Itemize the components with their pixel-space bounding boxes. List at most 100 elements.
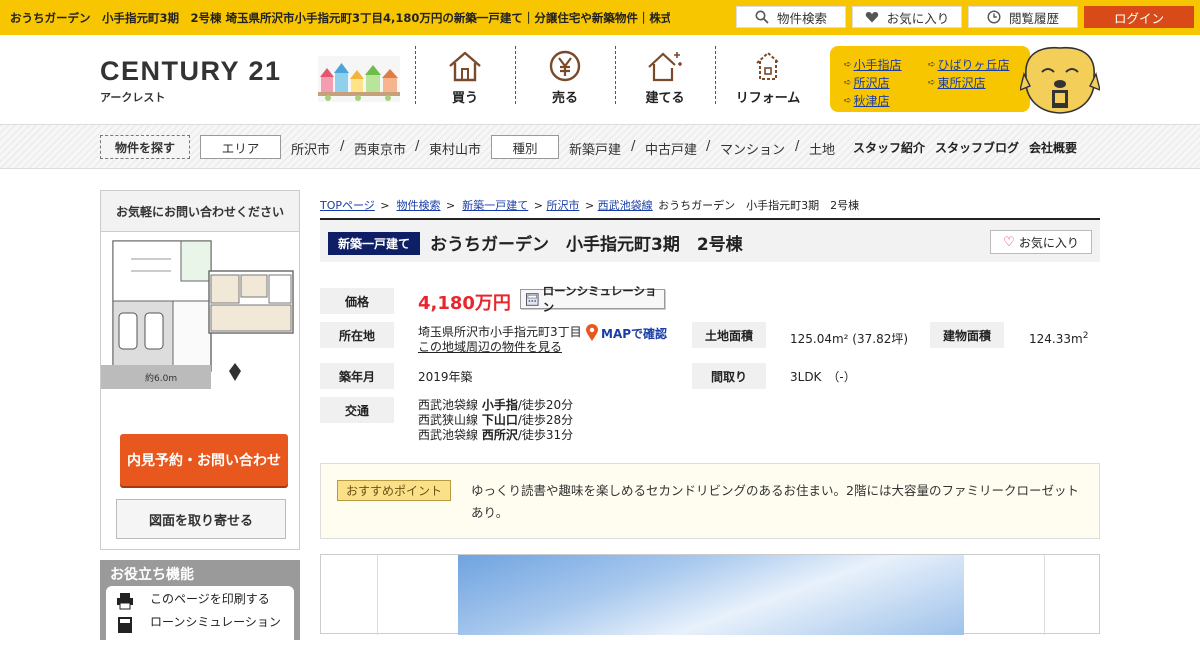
shop-links-panel: ➪ 小手指店 ➪ ひばりヶ丘店 ➪ 所沢店 ➪ 東所沢店 ➪ 秋津店 xyxy=(830,46,1030,112)
staff-blog-link[interactable]: スタッフブログ xyxy=(935,139,1019,156)
property-photo-gallery xyxy=(320,554,1100,635)
map-pin-icon xyxy=(586,324,598,341)
floorplan-image[interactable] xyxy=(101,235,299,395)
price-value: 4,180万円 xyxy=(418,293,511,314)
century21-logo[interactable]: CENTURY 21 xyxy=(100,56,282,87)
transport-line: 西武池袋線 xyxy=(418,398,479,412)
arrow-icon: ➪ xyxy=(928,59,936,70)
type-link-mansion[interactable]: マンション xyxy=(720,139,785,158)
calculator-icon xyxy=(526,292,539,306)
shop-link-label[interactable]: 秋津店 xyxy=(854,92,890,109)
shop-link-kotesashi[interactable]: ➪ 小手指店 xyxy=(844,56,902,73)
building-area-number: 124.33m xyxy=(1029,332,1083,346)
floorplan-scale: 約6.0m xyxy=(145,374,178,384)
nav-buy-label: 買う xyxy=(451,91,478,106)
inquiry-button[interactable]: 内見予約・お問い合わせ xyxy=(120,434,288,486)
nav-build-label: 建てる xyxy=(645,91,685,106)
type-button[interactable]: 種別 xyxy=(491,135,559,159)
page-title-text: おうちガーデン 小手指元町3期 2号棟 埼玉県所沢市小手指元町3丁目4,180万… xyxy=(10,11,670,25)
area-button[interactable]: エリア xyxy=(200,135,281,159)
shop-link-label[interactable]: 東所沢店 xyxy=(938,74,986,91)
add-favorite-button[interactable]: ♡ お気に入り xyxy=(990,230,1092,254)
type-link-used-house[interactable]: 中古戸建 xyxy=(645,139,697,158)
staff-link[interactable]: スタッフ紹介 xyxy=(853,139,925,156)
property-main-photo[interactable] xyxy=(458,555,964,635)
nav-reform[interactable]: リフォーム xyxy=(718,46,818,106)
price-label: 価格 xyxy=(320,288,394,314)
mascot-illustration xyxy=(1020,46,1100,114)
shop-link-label[interactable]: 小手指店 xyxy=(854,56,902,73)
separator: / xyxy=(631,139,636,154)
shop-link-higashi-tokorozawa[interactable]: ➪ 東所沢店 xyxy=(928,74,986,91)
transport-label: 交通 xyxy=(320,397,394,423)
area-link-tokorozawa[interactable]: 所沢市 xyxy=(291,139,330,158)
recommend-box: おすすめポイント ゆっくり読書や趣味を楽しめるセカンドリビングのあるお住まい。2… xyxy=(320,463,1100,539)
request-floorplan-button[interactable]: 図面を取り寄せる xyxy=(116,499,286,539)
category-badge: 新築一戸建て xyxy=(328,232,421,255)
building-area-value: 124.33m2 xyxy=(1029,331,1088,346)
breadcrumb-top[interactable]: TOPページ xyxy=(320,199,375,212)
loan-simulation-button[interactable]: ローンシミュレーション xyxy=(520,284,665,314)
recommend-text: ゆっくり読書や趣味を楽しめるセカンドリビングのあるお住まい。2階には大容量のファ… xyxy=(471,483,1079,520)
tools-panel: お役立ち機能 このページを印刷する ローンシミュレーション xyxy=(100,560,300,646)
search-icon xyxy=(755,10,769,24)
breadcrumb-search[interactable]: 物件検索 xyxy=(397,199,441,212)
breadcrumb: TOPページ > 物件検索 > 新築一戸建て > 所沢市 > 西武池袋線 おうち… xyxy=(320,197,859,213)
loan-simulation-link[interactable]: ローンシミュレーション xyxy=(150,613,281,630)
address-label: 所在地 xyxy=(320,322,394,348)
login-button[interactable]: ログイン xyxy=(1084,6,1194,28)
nav-sell[interactable]: 売る xyxy=(515,46,615,106)
company-link[interactable]: 会社概要 xyxy=(1029,139,1077,156)
square-unit: 2 xyxy=(1082,331,1089,341)
history-button[interactable]: 閲覧履歴 xyxy=(968,6,1078,28)
breadcrumb-sep: > xyxy=(446,199,456,212)
nav-divider xyxy=(715,46,716,104)
shop-link-akitsu[interactable]: ➪ 秋津店 xyxy=(844,92,890,109)
separator: / xyxy=(706,139,711,154)
map-button[interactable]: MAPで確認 xyxy=(586,324,667,342)
transport-row: 西武池袋線 小手指/徒歩20分 xyxy=(418,398,573,413)
shop-link-label[interactable]: ひばりヶ丘店 xyxy=(938,56,1010,73)
transport-station: 小手指 xyxy=(481,398,518,412)
separator: / xyxy=(795,139,800,154)
layout-value: 3LDK （-） xyxy=(790,370,856,384)
nav-sell-label: 売る xyxy=(551,91,578,106)
search-label: 物件検索 xyxy=(776,10,827,26)
transport-list: 西武池袋線 小手指/徒歩20分 西武狭山線 下山口/徒歩28分 西武池袋線 西所… xyxy=(418,398,573,443)
arrow-icon: ➪ xyxy=(844,77,852,88)
recommend-label: おすすめポイント xyxy=(337,480,452,501)
arrow-icon: ➪ xyxy=(844,59,852,70)
property-search-button[interactable]: 物件検索 xyxy=(736,6,846,28)
area-link-nishitokyo[interactable]: 西東京市 xyxy=(354,139,406,158)
add-favorite-label: お気に入り xyxy=(1018,235,1079,250)
nav-buy[interactable]: 買う xyxy=(415,46,515,106)
shop-link-label[interactable]: 所沢店 xyxy=(854,74,890,91)
breadcrumb-city[interactable]: 所沢市 xyxy=(546,199,579,212)
transport-walk: /徒歩31分 xyxy=(517,428,574,442)
top-bar: おうちガーデン 小手指元町3期 2号棟 埼玉県所沢市小手指元町3丁目4,180万… xyxy=(0,0,1200,35)
tools-list: このページを印刷する ローンシミュレーション xyxy=(106,586,294,646)
type-link-land[interactable]: 土地 xyxy=(809,139,835,158)
clock-icon xyxy=(987,10,1001,24)
nearby-properties-link[interactable]: この地域周辺の物件を見る xyxy=(418,338,562,355)
transport-station: 下山口 xyxy=(481,413,518,427)
transport-line: 西武池袋線 xyxy=(418,428,479,442)
printer-icon xyxy=(117,593,133,610)
nav-build[interactable]: 建てる xyxy=(615,46,715,106)
transport-walk: /徒歩28分 xyxy=(517,413,574,427)
nav-reform-label: リフォーム xyxy=(735,91,801,106)
building-area-label: 建物面積 xyxy=(930,322,1004,348)
inquiry-sidebar: お気軽にお問い合わせください 約6.0m 内見予約・お問い合わせ 図面を取り寄せ… xyxy=(100,190,300,550)
type-link-new-house[interactable]: 新築戸建 xyxy=(569,139,621,158)
favorites-label: お気に入り xyxy=(886,10,950,26)
breadcrumb-new-house[interactable]: 新築一戸建て xyxy=(462,199,528,212)
area-link-higashimurayama[interactable]: 東村山市 xyxy=(429,139,481,158)
houses-illustration xyxy=(318,56,400,102)
land-area-value: 125.04m² (37.82坪) xyxy=(790,332,909,346)
breadcrumb-line[interactable]: 西武池袋線 xyxy=(598,199,653,212)
shop-link-hibarigaoka[interactable]: ➪ ひばりヶ丘店 xyxy=(928,56,1010,73)
print-page-link[interactable]: このページを印刷する xyxy=(150,590,270,607)
company-name: アークレスト xyxy=(100,91,166,104)
favorites-button[interactable]: お気に入り xyxy=(852,6,962,28)
shop-link-tokorozawa[interactable]: ➪ 所沢店 xyxy=(844,74,890,91)
